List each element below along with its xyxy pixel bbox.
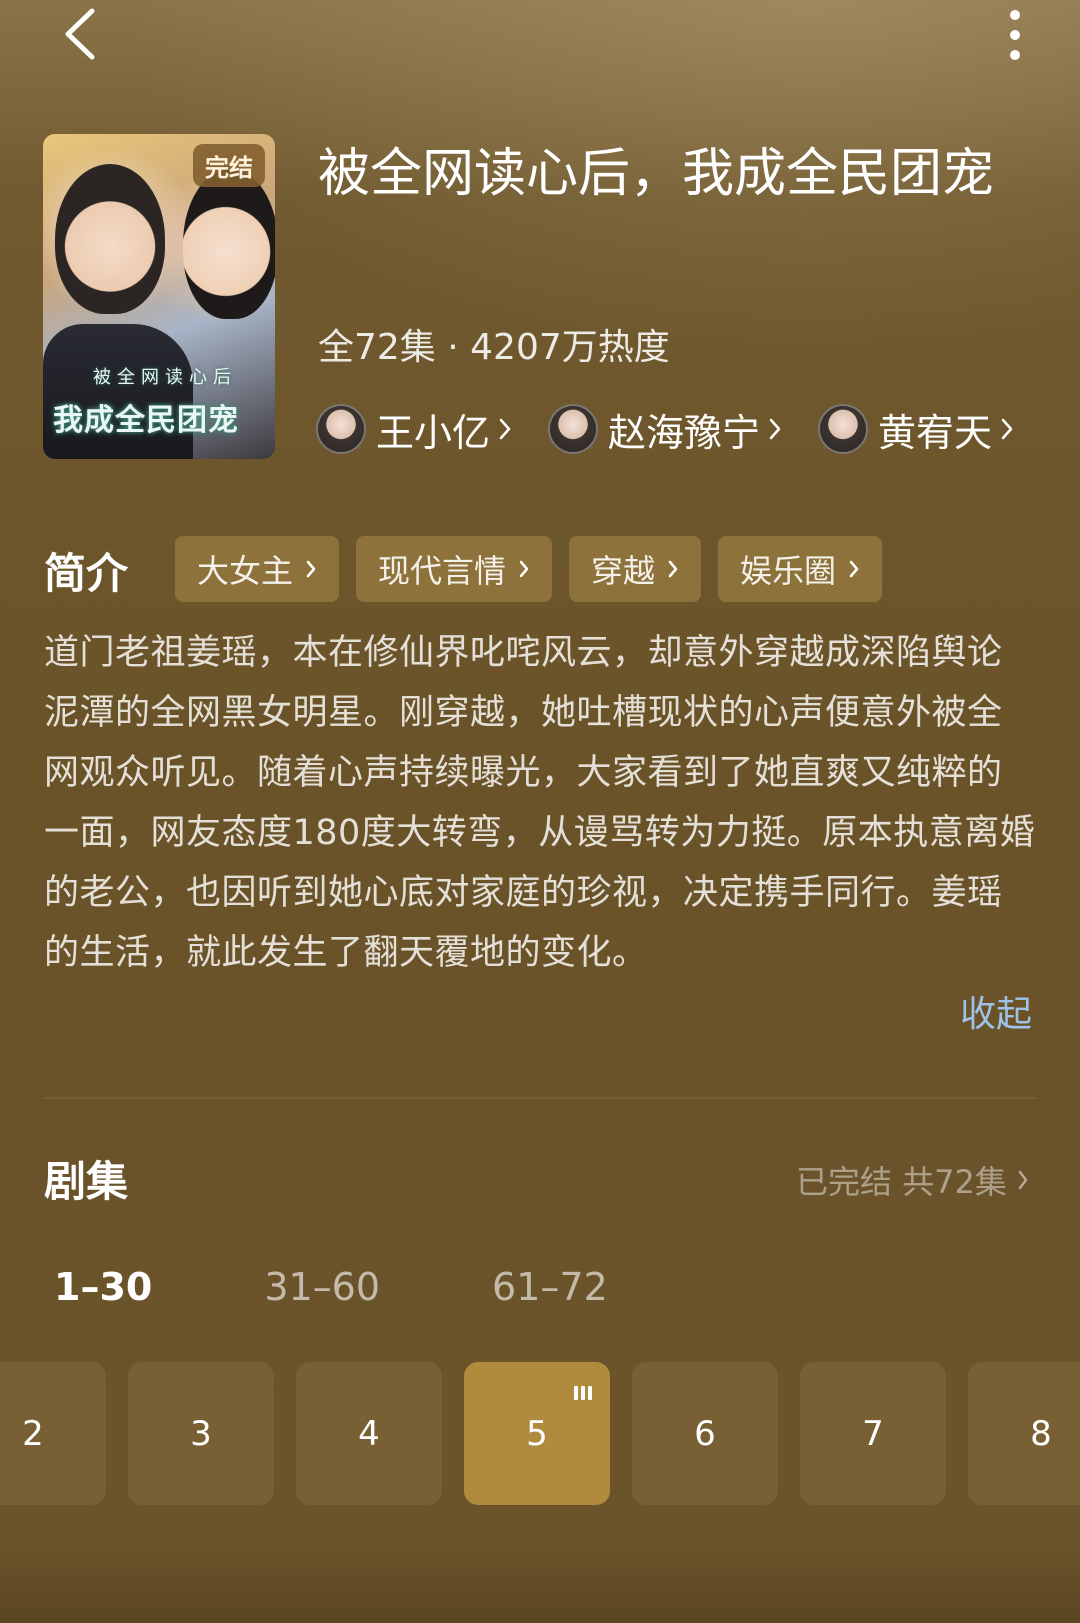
actor-item[interactable]: 赵海豫宁 xyxy=(548,402,782,457)
range-tab-1-30[interactable]: 1–30 xyxy=(54,1265,152,1309)
top-bar xyxy=(0,0,1080,90)
episodes-status-link[interactable]: 已完结 共72集 xyxy=(796,1157,1029,1203)
range-tab-31-60[interactable]: 31–60 xyxy=(264,1265,380,1309)
episode-button[interactable]: 8 xyxy=(968,1362,1080,1505)
now-playing-icon xyxy=(571,1384,592,1400)
chevron-right-icon xyxy=(668,560,678,578)
episode-button-current[interactable]: 5 xyxy=(464,1362,610,1505)
range-tab-61-72[interactable]: 61–72 xyxy=(492,1265,608,1309)
drama-poster[interactable]: 完结 被全网读心后 我成全民团宠 xyxy=(43,134,275,459)
episode-button[interactable]: 4 xyxy=(296,1362,442,1505)
episode-number: 5 xyxy=(526,1413,548,1454)
section-divider xyxy=(44,1097,1036,1099)
episode-range-tabs: 1–30 31–60 61–72 xyxy=(54,1265,720,1309)
episode-number: 3 xyxy=(190,1413,212,1454)
actor-name: 王小亿 xyxy=(376,410,491,455)
genre-tag[interactable]: 娱乐圈 xyxy=(718,536,883,602)
poster-figure-male xyxy=(55,164,165,314)
actor-name: 赵海豫宁 xyxy=(608,410,761,455)
drama-title: 被全网读心后，我成全民团宠 xyxy=(318,144,995,204)
episode-list: 2 3 4 5 6 7 8 xyxy=(0,1362,1080,1505)
chevron-right-icon xyxy=(1001,418,1013,440)
more-button[interactable] xyxy=(990,0,1040,70)
actor-avatar xyxy=(818,404,869,454)
episode-button[interactable]: 7 xyxy=(800,1362,946,1505)
collapse-button[interactable]: 收起 xyxy=(960,985,1032,1037)
chevron-right-icon xyxy=(1018,1170,1028,1190)
actor-item[interactable]: 黄宥天 xyxy=(818,402,1014,457)
episodes-status-text: 已完结 共72集 xyxy=(796,1163,1007,1201)
episode-number: 2 xyxy=(22,1413,44,1454)
completed-badge: 完结 xyxy=(193,144,265,187)
back-button[interactable] xyxy=(50,4,110,64)
actor-avatar xyxy=(316,404,366,454)
bottom-shade xyxy=(0,1545,1080,1623)
drama-meta: 全72集 · 4207万热度 xyxy=(318,327,670,368)
poster-figure-female xyxy=(183,169,275,319)
episode-button[interactable]: 3 xyxy=(128,1362,274,1505)
intro-heading: 简介 xyxy=(44,549,129,598)
genre-tag-label: 娱乐圈 xyxy=(740,552,837,590)
chevron-right-icon xyxy=(499,418,511,440)
more-vertical-icon xyxy=(1010,10,1020,60)
episode-button[interactable]: 6 xyxy=(632,1362,778,1505)
episode-number: 7 xyxy=(862,1413,884,1454)
actor-name: 黄宥天 xyxy=(878,410,993,455)
actor-avatar xyxy=(548,404,599,454)
chevron-right-icon xyxy=(849,560,859,578)
genre-tag-label: 现代言情 xyxy=(378,552,507,590)
genre-tag[interactable]: 现代言情 xyxy=(356,536,553,602)
actor-list: 王小亿 赵海豫宁 黄宥天 xyxy=(316,400,1050,458)
actor-item[interactable]: 王小亿 xyxy=(316,402,512,457)
genre-tags: 大女主 现代言情 穿越 娱乐圈 xyxy=(175,536,899,602)
chevron-right-icon xyxy=(306,560,316,578)
poster-title: 我成全民团宠 xyxy=(53,403,239,438)
chevron-right-icon xyxy=(769,418,781,440)
episode-number: 8 xyxy=(1030,1413,1052,1454)
episodes-heading: 剧集 xyxy=(44,1157,129,1206)
genre-tag-label: 大女主 xyxy=(197,552,294,590)
genre-tag-label: 穿越 xyxy=(591,552,656,590)
poster-subtitle: 被全网读心后 xyxy=(93,367,237,388)
chevron-left-icon xyxy=(65,8,95,60)
genre-tag[interactable]: 大女主 xyxy=(175,536,340,602)
drama-description: 道门老祖姜瑶，本在修仙界叱咤风云，却意外穿越成深陷舆论泥潭的全网黑女明星。刚穿越… xyxy=(44,633,1036,973)
episode-button[interactable]: 2 xyxy=(0,1362,106,1505)
episode-number: 4 xyxy=(358,1413,380,1454)
chevron-right-icon xyxy=(519,560,529,578)
genre-tag[interactable]: 穿越 xyxy=(569,536,702,602)
episode-number: 6 xyxy=(694,1413,716,1454)
